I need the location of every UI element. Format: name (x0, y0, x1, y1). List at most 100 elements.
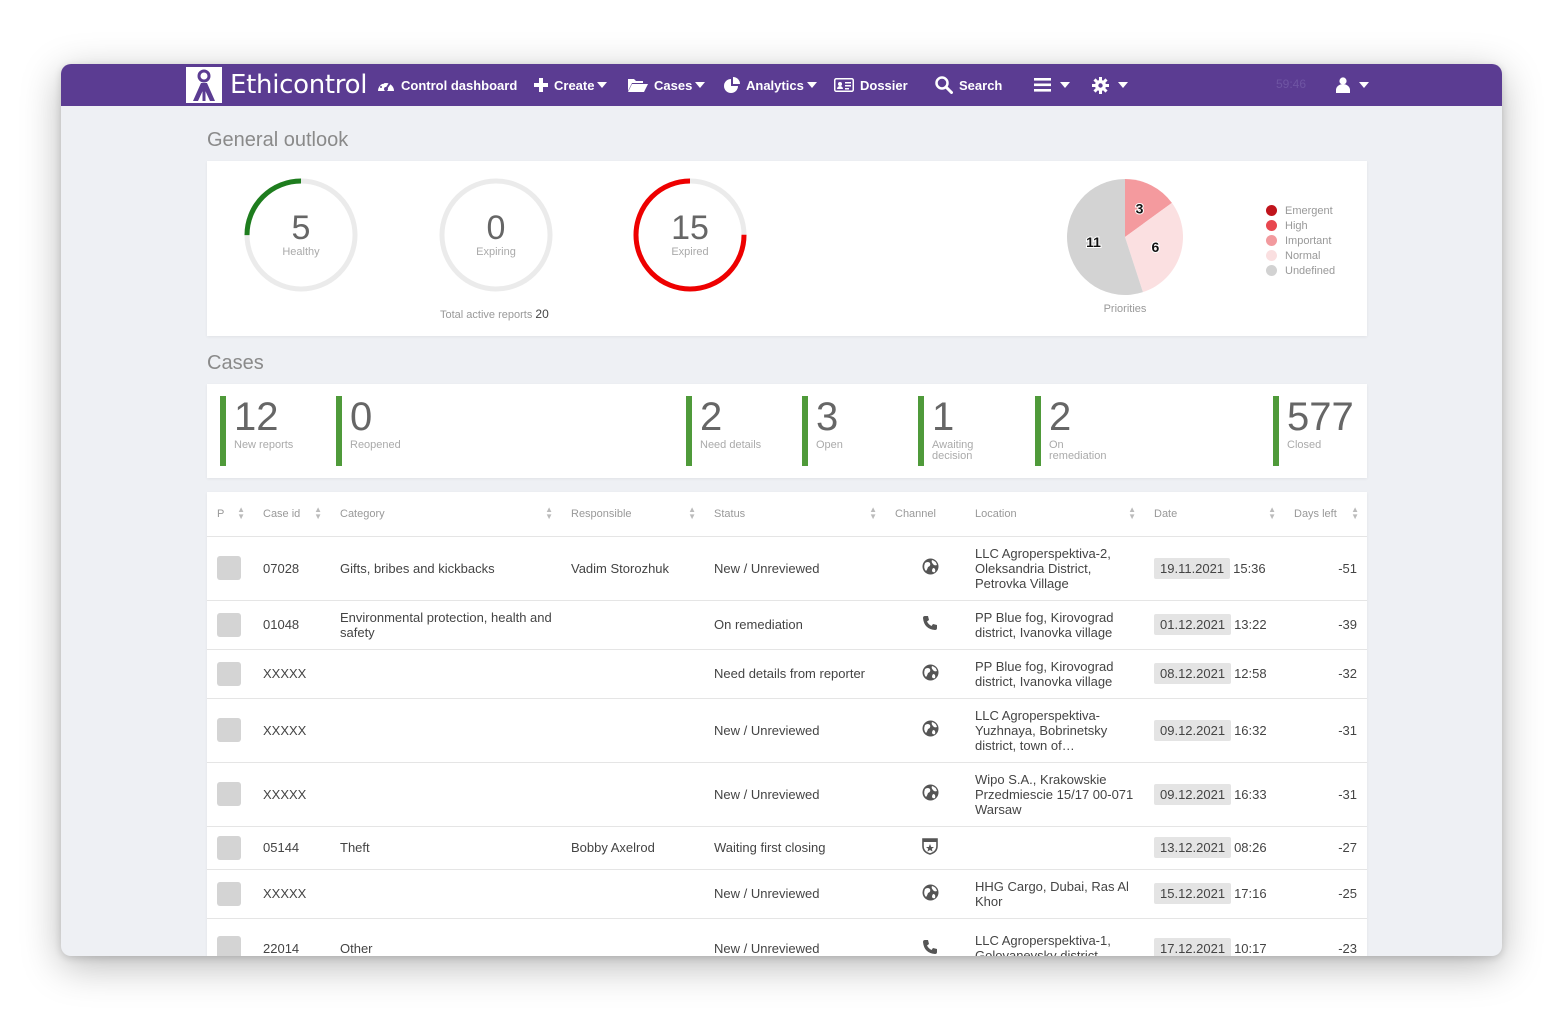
case-id-cell[interactable]: XXXXX (253, 762, 330, 827)
case-id-cell[interactable]: XXXXX (253, 698, 330, 763)
column-header-label: Responsible (571, 507, 632, 520)
sort-arrows-icon[interactable]: ▲ ▼ (688, 506, 696, 521)
table-header-row: P ▲ ▼ Case id ▲ ▼ Category ▲ ▼ Responsible ▲ ▼ Statu… (207, 492, 1367, 537)
nav-create[interactable]: Create (534, 64, 608, 106)
stat-closed[interactable]: 577 Closed (1273, 396, 1354, 466)
brand-name: Ethicontrol (230, 70, 368, 100)
globe-icon (922, 664, 939, 684)
sort-arrows-icon[interactable]: ▲ ▼ (1268, 506, 1276, 521)
column-header-label: Category (340, 507, 385, 520)
case-id-cell[interactable]: XXXXX (253, 869, 330, 919)
date-badge: 01.12.2021 (1154, 614, 1232, 635)
globe-icon (922, 884, 939, 904)
gauge-healthy[interactable]: 5 Healthy (241, 175, 361, 295)
table-row[interactable]: 05144 Theft Bobby Axelrod Waiting first clo… (207, 826, 1367, 870)
nav-analytics[interactable]: Analytics (724, 64, 817, 106)
case-id-cell[interactable]: 07028 (253, 536, 330, 601)
table-row[interactable]: XXXXX New / Unreviewed Wipo S.A., Krakowsk… (207, 762, 1367, 827)
legend-label: Important (1285, 234, 1332, 247)
table-row[interactable]: XXXXX New / Unreviewed LLC Agroperspektiva… (207, 698, 1367, 763)
column-header-category[interactable]: Category ▲ ▼ (330, 492, 561, 537)
sort-arrows-icon[interactable]: ▲ ▼ (869, 506, 877, 521)
brand-logo[interactable]: Ethicontrol (186, 67, 367, 103)
responsible-cell (561, 762, 704, 827)
sort-arrows-icon[interactable]: ▲ ▼ (545, 506, 553, 521)
case-id-cell[interactable]: 05144 (253, 826, 330, 870)
pie-chart-icon (724, 77, 740, 93)
table-row[interactable]: 01048 Environmental protection, health an… (207, 600, 1367, 650)
channel-cell (885, 649, 965, 699)
sort-arrows-icon[interactable]: ▲ ▼ (237, 506, 245, 521)
gauge-expired[interactable]: 15 Expired (630, 175, 750, 295)
stat-reopened[interactable]: 0 Reopened (336, 396, 401, 466)
responsible-cell (561, 698, 704, 763)
stat-open[interactable]: 3 Open (802, 396, 843, 466)
sort-arrows-icon[interactable]: ▲ ▼ (1351, 506, 1359, 521)
responsible-cell (561, 600, 704, 650)
column-header-priority[interactable]: P ▲ ▼ (207, 492, 253, 537)
stat-new-reports[interactable]: 12 New reports (220, 396, 293, 466)
nav-control-dashboard-label: Control dashboard (401, 77, 518, 93)
stat-awaiting-decision-value: 1 (932, 395, 955, 439)
stat-on-remediation[interactable]: 2 On remediation (1035, 396, 1106, 466)
column-header-label: Location (975, 507, 1017, 520)
sort-arrows-icon[interactable]: ▲ ▼ (1128, 506, 1136, 521)
legend-item[interactable]: Emergent (1266, 203, 1335, 218)
location-cell: LLC Agroperspektiva-1, Golovanevsky dist… (965, 918, 1144, 956)
legend-item[interactable]: Normal (1266, 248, 1335, 263)
legend-item[interactable]: Undefined (1266, 263, 1335, 278)
time-text: 13:22 (1234, 617, 1267, 632)
nav-analytics-label: Analytics (746, 77, 804, 93)
column-header-channel[interactable]: Channel (885, 492, 965, 537)
legend-item[interactable]: Important (1266, 233, 1335, 248)
general-outlook-card: 5 Healthy 0 Expiring 15 Expired Total ac… (207, 161, 1367, 336)
stat-need-details[interactable]: 2 Need details (686, 396, 761, 466)
phone-icon (922, 616, 938, 634)
nav-settings[interactable] (1092, 64, 1128, 106)
gauge-expiring-value: 0 (486, 209, 506, 247)
user-menu[interactable] (1336, 64, 1369, 106)
id-card-icon (834, 78, 854, 92)
pie-slice-label: 3 (1136, 201, 1144, 217)
date-cell: 09.12.2021 16:32 (1144, 698, 1284, 763)
sort-arrows-icon[interactable]: ▲ ▼ (314, 506, 322, 521)
column-header-status[interactable]: Status ▲ ▼ (704, 492, 885, 537)
days-left-cell: -39 (1284, 600, 1367, 650)
table-row[interactable]: 07028 Gifts, bribes and kickbacks Vadim St… (207, 536, 1367, 601)
gauge-expiring[interactable]: 0 Expiring (436, 175, 556, 295)
nav-cases[interactable]: Cases (628, 64, 706, 106)
category-cell: Other (330, 918, 561, 956)
column-header-responsible[interactable]: Responsible ▲ ▼ (561, 492, 704, 537)
category-cell (330, 649, 561, 699)
table-row[interactable]: 22014 Other New / Unreviewed LLC Agroperspe… (207, 918, 1367, 956)
logo-mark-icon (186, 67, 222, 103)
legend-item[interactable]: High (1266, 218, 1335, 233)
chevron-down-icon (1060, 82, 1070, 88)
stat-open-value: 3 (816, 395, 839, 439)
priority-cell (207, 536, 253, 601)
case-id-cell[interactable]: 01048 (253, 600, 330, 650)
stat-awaiting-decision[interactable]: 1 Awaiting decision (918, 396, 978, 466)
nav-search[interactable]: Search (935, 64, 1002, 106)
days-left-cell: -31 (1284, 698, 1367, 763)
status-cell: On remediation (704, 600, 885, 650)
date-badge: 08.12.2021 (1154, 663, 1232, 684)
column-header-date[interactable]: Date ▲ ▼ (1144, 492, 1284, 537)
column-header-days-left[interactable]: Days left ▲ ▼ (1284, 492, 1367, 537)
nav-control-dashboard[interactable]: Control dashboard (377, 64, 517, 106)
nav-menu[interactable] (1034, 64, 1070, 106)
chevron-down-icon (1118, 82, 1128, 88)
table-row[interactable]: XXXXX New / Unreviewed HHG Cargo, Dubai, R… (207, 869, 1367, 919)
channel-cell (885, 600, 965, 650)
column-header-location[interactable]: Location ▲ ▼ (965, 492, 1144, 537)
table-row[interactable]: XXXXX Need details from reporter PP Blue f… (207, 649, 1367, 699)
column-header-case-id[interactable]: Case id ▲ ▼ (253, 492, 330, 537)
chevron-down-icon (695, 82, 706, 88)
case-id-cell[interactable]: 22014 (253, 918, 330, 956)
nav-dossier[interactable]: Dossier (834, 64, 908, 106)
case-id-cell[interactable]: XXXXX (253, 649, 330, 699)
badge-icon (921, 838, 939, 858)
priorities-pie-chart[interactable]: 3 6 11 (1060, 172, 1190, 302)
legend-swatch (1266, 235, 1277, 246)
category-cell: Gifts, bribes and kickbacks (330, 536, 561, 601)
